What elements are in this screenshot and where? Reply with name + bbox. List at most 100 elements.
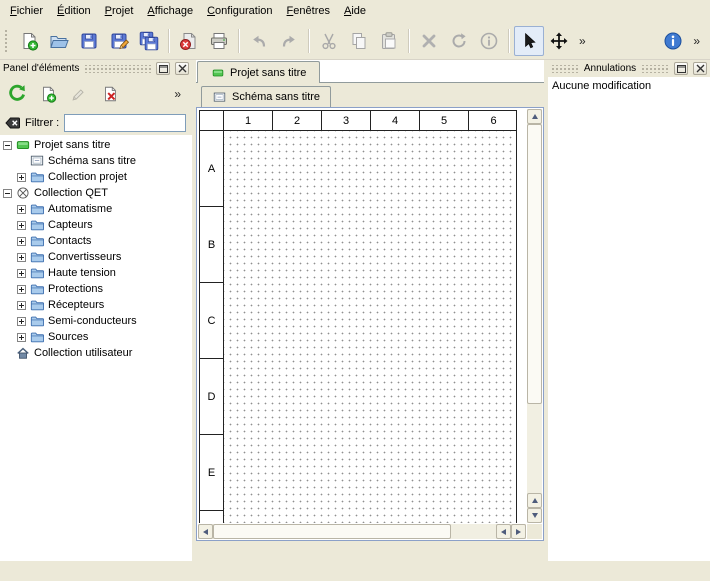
float-dock-button[interactable] — [156, 62, 170, 75]
filter-input[interactable] — [64, 114, 186, 132]
clear-filter-button[interactable] — [4, 115, 20, 131]
close-dock-button[interactable] — [175, 62, 189, 75]
close-file-button[interactable] — [174, 26, 204, 56]
expand-expander-icon[interactable] — [17, 221, 26, 230]
expand-expander-icon[interactable] — [17, 237, 26, 246]
open-file-button[interactable] — [44, 26, 74, 56]
rotate-button[interactable] — [444, 26, 474, 56]
paste-button[interactable] — [374, 26, 404, 56]
folder-icon — [29, 218, 45, 232]
project-icon — [15, 138, 31, 152]
expand-expander-icon[interactable] — [17, 269, 26, 278]
tree-item-project[interactable]: Projet sans titre — [0, 137, 192, 153]
menu-fenetres[interactable]: Fenêtres — [280, 2, 337, 20]
tools-overflow-button[interactable]: » — [574, 34, 591, 48]
panel-overflow-button[interactable]: » — [169, 87, 186, 101]
tree-item-label: Haute tension — [48, 267, 116, 279]
diagram-canvas[interactable] — [224, 131, 516, 523]
menu-configuration[interactable]: Configuration — [200, 2, 279, 20]
tree-item-capteurs[interactable]: Capteurs — [0, 217, 192, 233]
tree-item-label: Sources — [48, 331, 88, 343]
user-collection-icon — [15, 346, 31, 360]
tree-item-protections[interactable]: Protections — [0, 281, 192, 297]
menu-projet[interactable]: Projet — [98, 2, 141, 20]
tab-diagram[interactable]: Schéma sans titre — [201, 86, 331, 107]
filter-label: Filtrer : — [25, 117, 59, 129]
edit-element-button[interactable] — [66, 81, 92, 107]
tree-item-collection-projet[interactable]: Collection projet — [0, 169, 192, 185]
tree-item-sources[interactable]: Sources — [0, 329, 192, 345]
save-as-button[interactable] — [104, 26, 134, 56]
tree-item-label: Convertisseurs — [48, 251, 121, 263]
scroll-right-button[interactable] — [511, 524, 526, 539]
tab-project[interactable]: Projet sans titre — [197, 61, 320, 83]
toolbar-separator — [238, 29, 240, 53]
diagram-info-button[interactable] — [474, 26, 504, 56]
diagram-view: 1 2 3 4 5 6 A B C D — [196, 107, 544, 541]
tree-item-label: Capteurs — [48, 219, 93, 231]
undo-empty-state[interactable]: Aucune modification — [552, 80, 651, 92]
expand-expander-icon[interactable] — [17, 301, 26, 310]
delete-element-button[interactable] — [97, 81, 123, 107]
vertical-scroll-thumb[interactable] — [527, 124, 542, 404]
close-icon — [178, 64, 187, 73]
tree-item-collection-qet[interactable]: Collection QET — [0, 185, 192, 201]
tree-item-contacts[interactable]: Contacts — [0, 233, 192, 249]
menu-affichage[interactable]: Affichage — [140, 2, 200, 20]
scroll-up-button-2[interactable] — [527, 493, 542, 508]
expand-expander-icon[interactable] — [17, 285, 26, 294]
scroll-up-button[interactable] — [527, 109, 542, 124]
redo-button[interactable] — [274, 26, 304, 56]
undo-history-list[interactable]: Aucune modification — [548, 77, 710, 561]
print-button[interactable] — [204, 26, 234, 56]
menu-fichier[interactable]: Fichier — [3, 2, 50, 20]
tree-item-recepteurs[interactable]: Récepteurs — [0, 297, 192, 313]
toolbar-separator — [508, 29, 510, 53]
arrow-up-icon — [532, 498, 538, 503]
tree-item-haute-tension[interactable]: Haute tension — [0, 265, 192, 281]
tree-item-label: Collection QET — [34, 187, 108, 199]
vertical-scroll-track[interactable] — [527, 124, 542, 493]
scroll-down-button[interactable] — [527, 508, 542, 523]
menu-edition[interactable]: Édition — [50, 2, 98, 20]
expand-expander-icon[interactable] — [17, 205, 26, 214]
undo-panel-titlebar[interactable]: Annulations — [548, 60, 710, 77]
reload-collections-button[interactable] — [4, 81, 30, 107]
select-mode-button[interactable] — [514, 26, 544, 56]
horizontal-scroll-track[interactable] — [213, 524, 496, 539]
float-dock-button[interactable] — [674, 62, 688, 75]
expand-expander-icon[interactable] — [17, 317, 26, 326]
pan-mode-button[interactable] — [544, 26, 574, 56]
scroll-left-button-2[interactable] — [496, 524, 511, 539]
delete-button[interactable] — [414, 26, 444, 56]
collapse-expander-icon[interactable] — [3, 189, 12, 198]
tree-item-label: Automatisme — [48, 203, 112, 215]
cut-button[interactable] — [314, 26, 344, 56]
tree-item-convertisseurs[interactable]: Convertisseurs — [0, 249, 192, 265]
expand-expander-icon[interactable] — [17, 173, 26, 182]
save-button[interactable] — [74, 26, 104, 56]
expand-expander-icon[interactable] — [17, 253, 26, 262]
undo-button[interactable] — [244, 26, 274, 56]
floppy-disk-icon — [79, 31, 99, 51]
expand-expander-icon[interactable] — [17, 333, 26, 342]
scroll-left-button[interactable] — [198, 524, 213, 539]
collapse-expander-icon[interactable] — [3, 141, 12, 150]
close-dock-button[interactable] — [693, 62, 707, 75]
tree-item-collection-utilisateur[interactable]: Collection utilisateur — [0, 345, 192, 361]
about-button[interactable] — [658, 26, 688, 56]
tree-item-schema[interactable]: Schéma sans titre — [0, 153, 192, 169]
save-all-button[interactable] — [134, 26, 164, 56]
copy-button[interactable] — [344, 26, 374, 56]
menu-aide[interactable]: Aide — [337, 2, 373, 20]
tree-item-semi-conducteurs[interactable]: Semi-conducteurs — [0, 313, 192, 329]
row-header-d: D — [200, 359, 223, 435]
toolbar-grip[interactable] — [4, 29, 9, 53]
help-overflow-button[interactable]: » — [688, 34, 705, 48]
elements-panel-titlebar[interactable]: Panel d'éléments — [0, 60, 192, 77]
column-header-2: 2 — [273, 111, 322, 130]
tree-item-automatisme[interactable]: Automatisme — [0, 201, 192, 217]
horizontal-scroll-thumb[interactable] — [213, 524, 451, 539]
new-file-button[interactable] — [14, 26, 44, 56]
new-element-button[interactable] — [35, 81, 61, 107]
